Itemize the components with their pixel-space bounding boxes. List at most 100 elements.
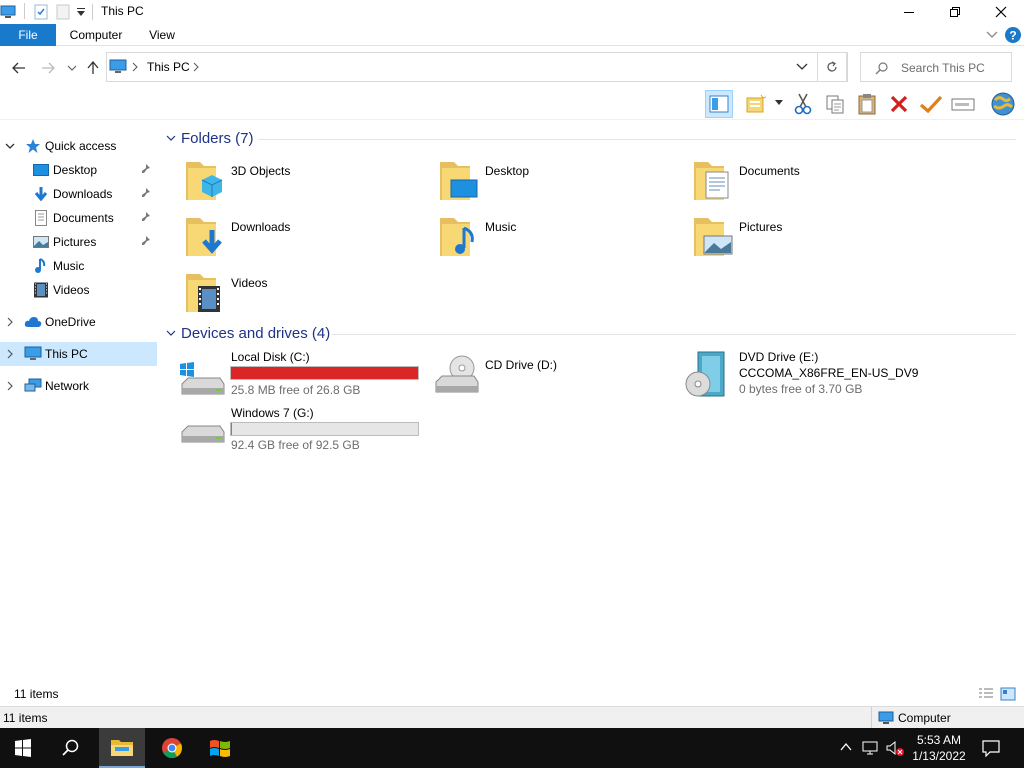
drive-c[interactable]: Local Disk (C:) 25.8 MB free of 26.8 GB <box>160 350 430 406</box>
nav-music[interactable]: Music <box>0 254 157 278</box>
network-globe-icon[interactable] <box>989 90 1017 118</box>
cd-drive-icon <box>432 354 480 396</box>
hard-drive-icon <box>178 420 226 452</box>
collapse-chevron-icon[interactable] <box>166 133 176 143</box>
tab-file[interactable]: File <box>0 24 56 46</box>
nav-videos[interactable]: Videos <box>0 278 157 302</box>
drive-g-free: 92.4 GB free of 92.5 GB <box>231 438 360 452</box>
cloud-icon <box>24 314 42 330</box>
dvd-drive-icon <box>684 350 732 400</box>
recent-locations-button[interactable] <box>62 58 82 78</box>
collapse-chevron-icon[interactable] <box>166 328 176 338</box>
delete-icon[interactable] <box>885 90 913 118</box>
folder-3d-objects[interactable]: 3D Objects <box>182 156 432 208</box>
nav-onedrive[interactable]: OneDrive <box>0 310 157 334</box>
new-item-button[interactable] <box>742 90 770 118</box>
collapsed-chevron-icon[interactable] <box>5 317 15 327</box>
restore-button[interactable] <box>932 0 978 24</box>
new-item-dropdown-icon[interactable] <box>775 100 783 106</box>
breadcrumb-this-pc[interactable]: This PC <box>147 60 190 74</box>
music-note-icon <box>33 258 49 274</box>
start-button[interactable] <box>0 728 46 768</box>
drive-g-usage-bar <box>230 422 419 436</box>
pictures-folder-icon <box>690 212 738 260</box>
folder-desktop[interactable]: Desktop <box>436 156 686 208</box>
action-center-icon[interactable] <box>982 739 1000 757</box>
item-count: 11 items <box>14 687 59 701</box>
search-placeholder: Search This PC <box>901 61 985 75</box>
chrome-taskbar-icon[interactable] <box>149 728 195 768</box>
up-button[interactable] <box>83 58 103 78</box>
address-bar[interactable]: This PC <box>106 52 848 82</box>
pictures-icon <box>33 234 49 250</box>
folder-videos[interactable]: Videos <box>182 268 432 320</box>
collapsed-chevron-icon[interactable] <box>5 349 15 359</box>
taskbar-search-button[interactable] <box>48 728 94 768</box>
expanded-chevron-icon[interactable] <box>5 141 15 151</box>
content-pane: Folders (7) 3D Objects Desktop Documents… <box>160 120 1024 682</box>
network-tray-icon[interactable] <box>862 740 880 756</box>
drive-g[interactable]: Windows 7 (G:) 92.4 GB free of 92.5 GB <box>160 406 430 462</box>
large-icons-view-icon[interactable] <box>1000 686 1016 702</box>
expand-ribbon-icon[interactable] <box>986 30 998 40</box>
address-dropdown-icon[interactable] <box>796 63 808 71</box>
navigation-pane: Quick access Desktop Downloads Documents… <box>0 120 157 682</box>
copy-icon[interactable] <box>821 90 849 118</box>
collapsed-chevron-icon[interactable] <box>5 381 15 391</box>
nav-network[interactable]: Network <box>0 374 157 398</box>
search-input[interactable]: Search This PC <box>860 52 1012 82</box>
breadcrumb-chevron-icon[interactable] <box>132 62 138 72</box>
volume-muted-icon[interactable] <box>886 740 906 758</box>
nav-this-pc[interactable]: This PC <box>0 342 157 366</box>
drive-d[interactable]: CD Drive (D:) <box>414 350 664 406</box>
nav-downloads[interactable]: Downloads <box>0 182 157 206</box>
close-button[interactable] <box>978 0 1024 24</box>
rename-icon[interactable] <box>949 90 977 118</box>
minimize-button[interactable] <box>886 0 932 24</box>
nav-desktop[interactable]: Desktop <box>0 158 157 182</box>
computer-icon[interactable] <box>0 4 16 20</box>
nav-quick-access[interactable]: Quick access <box>0 134 157 158</box>
search-icon <box>875 61 889 75</box>
checkmark-icon[interactable] <box>917 90 945 118</box>
back-button[interactable] <box>9 58 29 78</box>
item-count-secondary: 11 items <box>3 711 48 725</box>
drive-e-free: 0 bytes free of 3.70 GB <box>739 382 863 396</box>
cut-icon[interactable] <box>789 90 817 118</box>
drive-e[interactable]: DVD Drive (E:) CCCOMA_X86FRE_EN-US_DV9 0… <box>668 350 968 406</box>
folder-pictures[interactable]: Pictures <box>690 212 940 264</box>
tab-computer[interactable]: Computer <box>62 24 130 46</box>
properties-icon[interactable] <box>33 4 49 20</box>
tab-view[interactable]: View <box>140 24 184 46</box>
paste-icon[interactable] <box>853 90 881 118</box>
forward-button[interactable] <box>38 58 58 78</box>
pin-icon[interactable] <box>141 164 151 174</box>
folder-downloads[interactable]: Downloads <box>182 212 432 264</box>
devices-group-header[interactable]: Devices and drives (4) <box>160 324 1016 344</box>
windows-logo-taskbar-icon[interactable] <box>197 728 243 768</box>
music-folder-icon <box>436 212 484 260</box>
title-bar: This PC <box>0 0 1024 24</box>
nav-pictures[interactable]: Pictures <box>0 230 157 254</box>
show-hidden-icons-icon[interactable] <box>840 742 852 752</box>
folder-music[interactable]: Music <box>436 212 686 264</box>
nav-documents[interactable]: Documents <box>0 206 157 230</box>
details-view-icon[interactable] <box>978 687 994 701</box>
file-explorer-taskbar-icon[interactable] <box>99 728 145 768</box>
quick-access-dropdown-icon[interactable] <box>76 8 86 18</box>
pin-icon[interactable] <box>141 236 151 246</box>
system-clock[interactable]: 5:53 AM 1/13/2022 <box>906 732 972 764</box>
pin-icon[interactable] <box>141 188 151 198</box>
pin-icon[interactable] <box>141 212 151 222</box>
folders-group-header[interactable]: Folders (7) <box>160 129 1016 149</box>
documents-folder-icon <box>690 156 738 204</box>
window-title: This PC <box>101 4 144 18</box>
help-icon[interactable]: ? <box>1004 26 1022 44</box>
refresh-button[interactable] <box>817 52 847 82</box>
folder-documents[interactable]: Documents <box>690 156 940 208</box>
breadcrumb-chevron-icon[interactable] <box>193 62 199 72</box>
new-folder-icon[interactable] <box>55 4 71 20</box>
document-icon <box>33 210 49 226</box>
network-icon <box>24 378 42 394</box>
preview-pane-button[interactable] <box>705 90 733 118</box>
